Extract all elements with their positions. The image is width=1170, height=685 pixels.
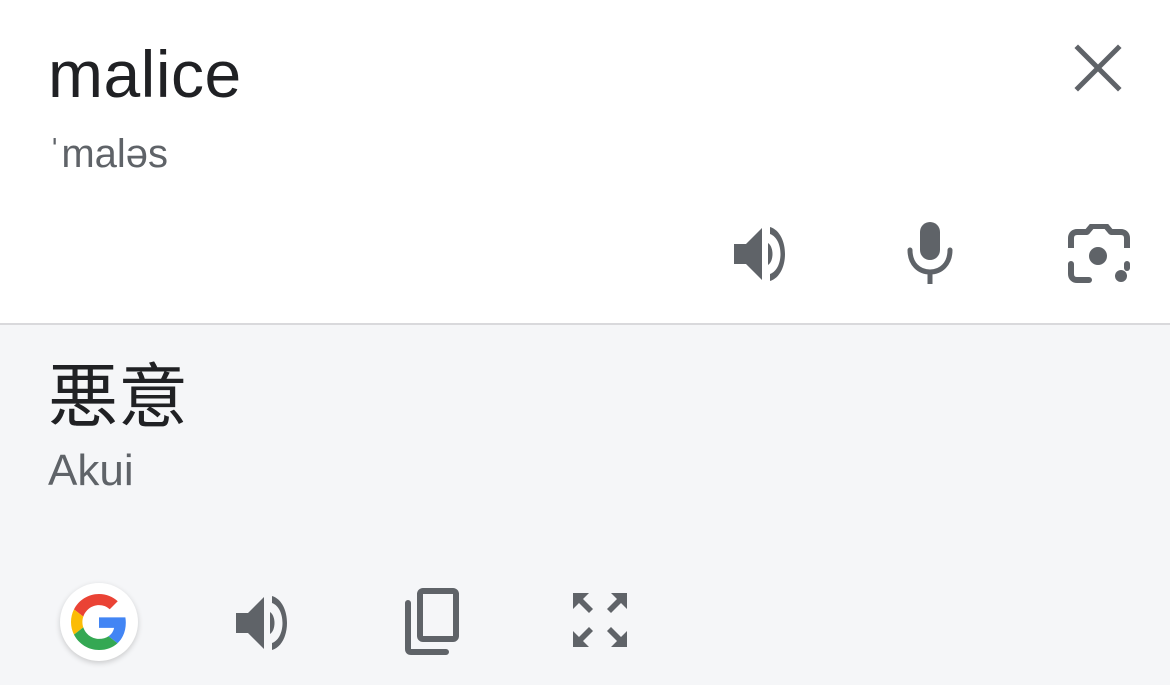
speaker-icon — [236, 596, 287, 650]
speaker-icon — [734, 227, 785, 281]
copy-icon — [405, 588, 459, 655]
fullscreen-icon — [573, 593, 627, 647]
voice-input-button[interactable] — [900, 218, 960, 288]
close-icon — [1074, 44, 1122, 92]
listen-translation-button[interactable] — [228, 589, 300, 657]
google-lens-icon — [1068, 224, 1130, 283]
source-text[interactable]: malice — [48, 34, 242, 114]
google-search-button[interactable] — [60, 583, 138, 661]
source-panel: malice ˈmaləs — [0, 0, 1170, 325]
close-button[interactable] — [1068, 38, 1128, 98]
copy-button[interactable] — [398, 585, 462, 657]
microphone-icon — [907, 222, 953, 284]
google-g-logo — [71, 594, 126, 650]
camera-input-button[interactable] — [1064, 222, 1134, 288]
translation-text: 悪意 — [48, 356, 188, 438]
translation-transliteration: Akui — [48, 446, 134, 495]
source-pronunciation: ˈmaləs — [48, 132, 169, 176]
translation-panel: 悪意 Akui — [0, 325, 1170, 685]
fullscreen-button[interactable] — [566, 587, 634, 653]
listen-source-button[interactable] — [726, 220, 798, 288]
